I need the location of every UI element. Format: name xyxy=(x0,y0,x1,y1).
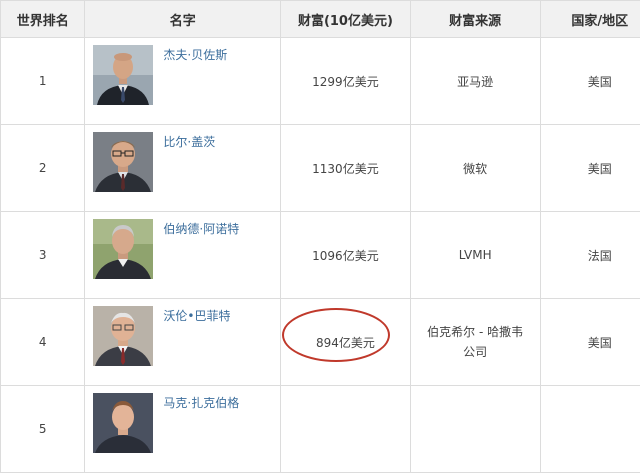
header-rank: 世界排名 xyxy=(1,1,85,38)
rank-cell: 5 xyxy=(1,386,85,473)
header-row: 世界排名 名字 财富(10亿美元) 财富来源 国家/地区 xyxy=(1,1,640,38)
header-country: 国家/地区 xyxy=(540,1,640,38)
buffett-photo[interactable] xyxy=(93,306,153,366)
bezos-photo[interactable] xyxy=(93,45,153,105)
source-line-2: 公司 xyxy=(463,345,487,359)
person-name-link[interactable]: 沃伦•巴菲特 xyxy=(163,307,230,324)
source-line-1: 伯克希尔 - 哈撒韦 xyxy=(427,325,523,339)
zuckerberg-photo[interactable] xyxy=(93,393,153,453)
table-row: 5 马克·扎克伯格 xyxy=(1,386,640,473)
wealth-cell: 894亿美元 xyxy=(281,299,411,386)
source-cell xyxy=(410,386,540,473)
name-cell: 杰夫·贝佐斯 xyxy=(85,38,281,125)
person-name-link[interactable]: 伯纳德·阿诺特 xyxy=(163,220,239,237)
source-cell: 亚马逊 xyxy=(410,38,540,125)
wealth-cell: 1130亿美元 xyxy=(281,125,411,212)
table-row: 2 比尔·盖茨 xyxy=(1,125,640,212)
rank-cell: 2 xyxy=(1,125,85,212)
name-cell: 沃伦•巴菲特 xyxy=(85,299,281,386)
source-cell: 伯克希尔 - 哈撒韦 公司 xyxy=(410,299,540,386)
header-name: 名字 xyxy=(85,1,281,38)
wealth-cell: 1299亿美元 xyxy=(281,38,411,125)
country-cell: 美国 xyxy=(540,38,640,125)
country-cell: 法国 xyxy=(540,212,640,299)
table-row: 1 杰夫·贝佐斯 1299亿美元 亚马逊 xyxy=(1,38,640,125)
table-row: 4 沃伦•巴菲特 xyxy=(1,299,640,386)
table-row: 3 伯纳德·阿诺特 1096亿美元 LVMH 法国 xyxy=(1,212,640,299)
name-cell: 伯纳德·阿诺特 xyxy=(85,212,281,299)
rank-cell: 1 xyxy=(1,38,85,125)
billionaire-ranking-table: 世界排名 名字 财富(10亿美元) 财富来源 国家/地区 1 xyxy=(0,0,640,473)
source-cell: LVMH xyxy=(410,212,540,299)
header-wealth: 财富(10亿美元) xyxy=(281,1,411,38)
country-cell: 美国 xyxy=(540,299,640,386)
gates-photo[interactable] xyxy=(93,132,153,192)
country-cell: 美国 xyxy=(540,125,640,212)
highlighted-wealth: 894亿美元 xyxy=(316,334,375,351)
arnault-photo[interactable] xyxy=(93,219,153,279)
person-name-link[interactable]: 比尔·盖茨 xyxy=(163,133,215,150)
name-cell: 比尔·盖茨 xyxy=(85,125,281,212)
wealth-cell: 1096亿美元 xyxy=(281,212,411,299)
header-source: 财富来源 xyxy=(410,1,540,38)
wealth-cell xyxy=(281,386,411,473)
rank-cell: 3 xyxy=(1,212,85,299)
source-cell: 微软 xyxy=(410,125,540,212)
rank-cell: 4 xyxy=(1,299,85,386)
red-circle-annotation xyxy=(282,308,390,362)
person-name-link[interactable]: 马克·扎克伯格 xyxy=(163,394,239,411)
person-name-link[interactable]: 杰夫·贝佐斯 xyxy=(163,46,227,63)
name-cell: 马克·扎克伯格 xyxy=(85,386,281,473)
country-cell xyxy=(540,386,640,473)
